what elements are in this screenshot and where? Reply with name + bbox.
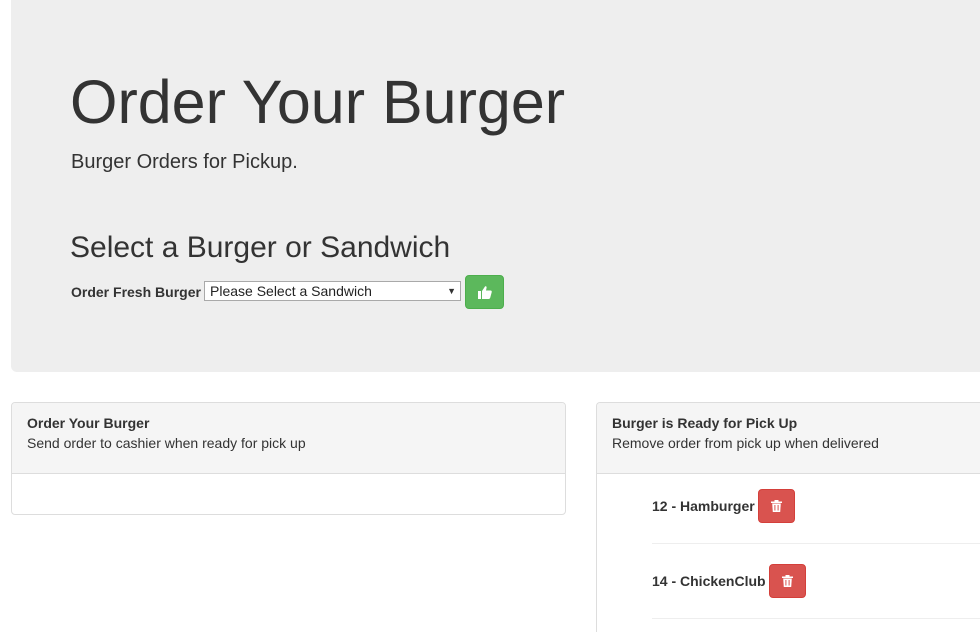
select-heading: Select a Burger or Sandwich [70,231,451,264]
order-item-label: 12 - Hamburger [652,498,755,514]
ready-panel-subtitle: Remove order from pick up when delivered [612,435,879,451]
trash-icon [782,575,793,587]
divider [652,543,980,544]
delete-order-button[interactable] [769,564,806,598]
thumbs-up-icon [478,286,492,299]
sandwich-select[interactable]: Please Select a Sandwich ▼ [204,281,461,301]
order-label: Order Fresh Burger [71,284,201,300]
delete-order-button[interactable] [758,489,795,523]
ready-panel-heading: Burger is Ready for Pick Up Remove order… [597,403,980,474]
order-submit-button[interactable] [465,275,504,309]
page-subtitle: Burger Orders for Pickup. [71,151,298,173]
chevron-down-icon: ▼ [447,286,456,296]
ready-panel-title: Burger is Ready for Pick Up [612,415,798,431]
order-item-label: 14 - ChickenClub [652,573,766,589]
pending-orders-panel: Order Your Burger Send order to cashier … [11,402,566,515]
sandwich-select-value: Please Select a Sandwich [210,283,372,299]
pending-panel-heading: Order Your Burger Send order to cashier … [12,403,565,474]
pending-panel-title: Order Your Burger [27,415,150,431]
jumbotron [11,0,980,372]
trash-icon [771,500,782,512]
page-title: Order Your Burger [70,68,566,136]
ready-orders-panel: Burger is Ready for Pick Up Remove order… [596,402,980,632]
pending-panel-subtitle: Send order to cashier when ready for pic… [27,435,306,451]
